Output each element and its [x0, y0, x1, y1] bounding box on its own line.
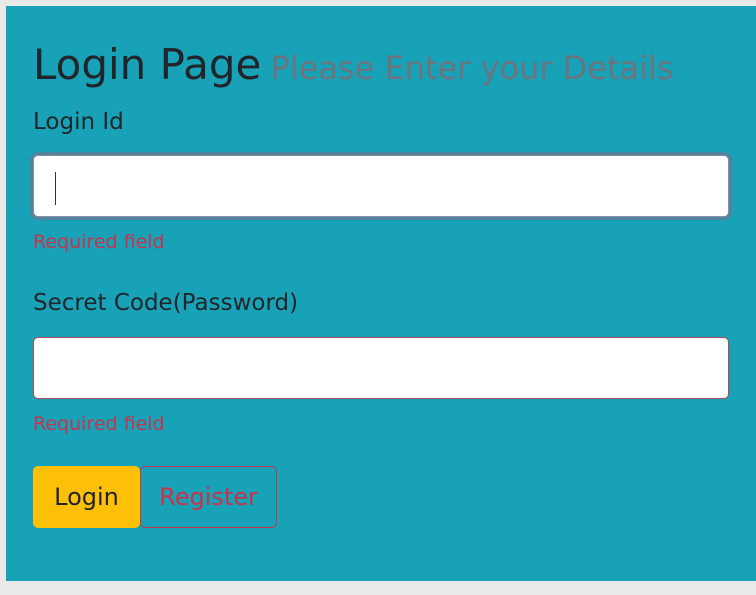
- password-error: Required field: [33, 413, 165, 435]
- page-subtitle: Please Enter your Details: [270, 49, 674, 87]
- text-caret: [55, 172, 56, 205]
- page-title: Login Page: [33, 40, 262, 89]
- password-input[interactable]: [33, 337, 729, 399]
- register-button[interactable]: Register: [140, 466, 277, 528]
- login-id-label: Login Id: [33, 109, 124, 135]
- page-heading: Login Page Please Enter your Details: [33, 40, 674, 89]
- login-panel: Login Page Please Enter your Details Log…: [6, 6, 756, 581]
- login-id-error: Required field: [33, 231, 165, 253]
- login-button[interactable]: Login: [33, 466, 140, 528]
- password-label: Secret Code(Password): [33, 290, 299, 316]
- login-id-input[interactable]: [33, 155, 729, 217]
